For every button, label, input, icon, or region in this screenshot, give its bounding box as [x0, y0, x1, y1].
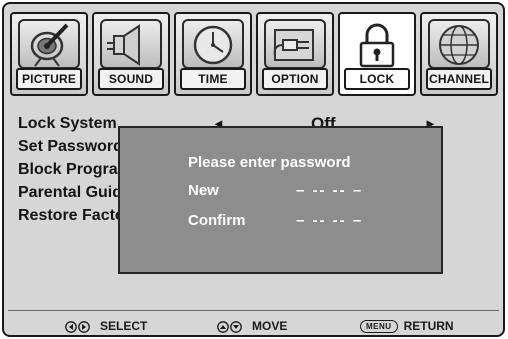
left-right-select-icon: [65, 320, 90, 333]
tab-channel[interactable]: CHANNEL: [420, 12, 498, 96]
up-down-move-icon: [217, 320, 242, 333]
tab-option[interactable]: OPTION: [256, 12, 334, 96]
plug-icon: [273, 29, 314, 61]
tab-sound-label: SOUND: [98, 68, 164, 90]
satellite-dish-icon: [30, 23, 69, 67]
tab-picture[interactable]: PICTURE: [10, 12, 88, 96]
tab-sound-image: [100, 19, 162, 69]
password-dialog: Please enter password New – -- -- – Conf…: [118, 126, 443, 274]
confirm-password-label: Confirm: [188, 212, 246, 229]
tab-time-image: [182, 19, 244, 69]
tab-channel-image: [428, 19, 490, 69]
move-hint: MOVE: [216, 316, 288, 335]
tab-channel-label: CHANNEL: [426, 68, 492, 90]
move-hint-label: MOVE: [252, 319, 288, 333]
select-hint: SELECT: [64, 316, 148, 335]
tab-picture-image: [18, 19, 80, 69]
globe-icon: [439, 25, 479, 65]
speaker-icon: [107, 24, 140, 66]
footer-hints: SELECT MOVE MENU RETURN: [8, 316, 499, 335]
new-password-label: New: [188, 182, 219, 199]
padlock-icon: [359, 23, 395, 68]
menu-key-icon: MENU: [360, 320, 398, 334]
tab-lock[interactable]: LOCK: [338, 12, 416, 96]
return-hint: MENU RETURN: [360, 316, 454, 335]
password-dialog-title: Please enter password: [188, 154, 351, 171]
tab-picture-label: PICTURE: [16, 68, 82, 90]
menu-tab-bar: PICTURE SOUND TIME OPTION LOCK CHANNEL: [10, 12, 502, 100]
tab-lock-label: LOCK: [344, 68, 410, 90]
tab-option-label: OPTION: [262, 68, 328, 90]
confirm-password-field[interactable]: – -- -- –: [296, 212, 363, 229]
tv-menu-screen: PICTURE SOUND TIME OPTION LOCK CHANNEL L…: [2, 2, 505, 337]
return-hint-label: RETURN: [403, 319, 454, 333]
footer-divider: [8, 310, 499, 311]
new-password-field[interactable]: – -- -- –: [296, 182, 363, 199]
tab-time-label: TIME: [180, 68, 246, 90]
tab-sound[interactable]: SOUND: [92, 12, 170, 96]
tab-lock-image: [346, 19, 408, 69]
select-hint-label: SELECT: [100, 319, 148, 333]
tab-option-image: [264, 19, 326, 69]
tab-time[interactable]: TIME: [174, 12, 252, 96]
clock-icon: [193, 25, 233, 65]
